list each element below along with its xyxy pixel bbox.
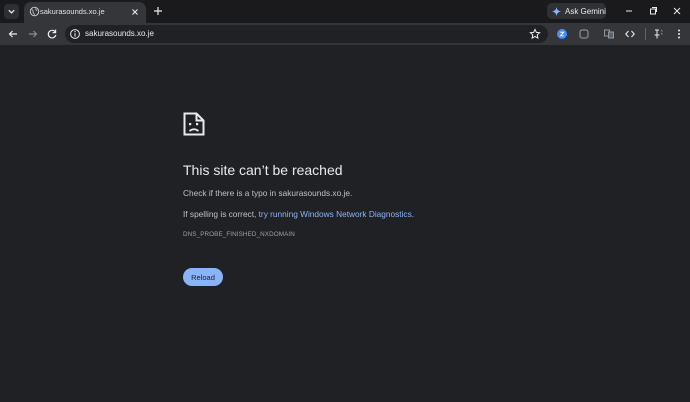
extension-icon[interactable] xyxy=(578,28,590,40)
diagnostics-link[interactable]: try running Windows Network Diagnostics xyxy=(259,209,412,219)
reload-button[interactable]: Reload xyxy=(183,268,223,286)
restore-icon[interactable] xyxy=(647,5,659,17)
globe-icon xyxy=(29,6,40,17)
info-icon[interactable] xyxy=(69,28,81,40)
url-text[interactable]: sakurasounds.xo.je xyxy=(85,29,154,38)
reload-icon[interactable] xyxy=(46,28,58,40)
error-typo-hint: Check if there is a typo in sakurasounds… xyxy=(183,188,353,198)
tab-active[interactable]: sakurasounds.xo.je xyxy=(24,2,146,23)
close-icon[interactable] xyxy=(130,7,140,17)
arrow-left-icon[interactable] xyxy=(7,28,19,40)
address-bar[interactable]: sakurasounds.xo.je xyxy=(65,25,548,43)
sparkle-icon xyxy=(552,6,561,16)
pin-icon[interactable] xyxy=(652,28,664,40)
sad-document-icon xyxy=(183,112,205,136)
star-icon[interactable] xyxy=(529,28,541,40)
toolbar-separator xyxy=(645,28,646,40)
diagnostics-prefix: If spelling is correct, xyxy=(183,209,259,219)
chevron-down-icon xyxy=(8,9,15,14)
minimize-icon[interactable] xyxy=(623,5,635,17)
tab-strip: sakurasounds.xo.je Ask Gemini xyxy=(0,0,690,23)
diagnostics-suffix: . xyxy=(411,209,415,219)
tab-search-button[interactable] xyxy=(4,4,19,19)
toolbar: sakurasounds.xo.je xyxy=(0,23,690,45)
plus-icon[interactable] xyxy=(152,5,164,17)
error-page: This site can’t be reached Check if ther… xyxy=(0,45,690,402)
tab-title: sakurasounds.xo.je xyxy=(40,7,105,16)
ask-gemini-label: Ask Gemini xyxy=(565,6,606,16)
code-icon[interactable] xyxy=(624,28,636,40)
error-code: DNS_PROBE_FINISHED_NXDOMAIN xyxy=(183,231,295,238)
error-title: This site can’t be reached xyxy=(183,162,343,178)
translate-icon[interactable] xyxy=(603,28,615,40)
ask-gemini-button[interactable]: Ask Gemini xyxy=(547,3,606,19)
blue-circle-extension-icon[interactable] xyxy=(556,28,568,40)
error-diagnostics-hint: If spelling is correct, try running Wind… xyxy=(183,209,414,219)
menu-icon[interactable] xyxy=(673,28,685,40)
close-window-icon[interactable] xyxy=(671,5,683,17)
arrow-right-icon[interactable] xyxy=(27,28,39,40)
